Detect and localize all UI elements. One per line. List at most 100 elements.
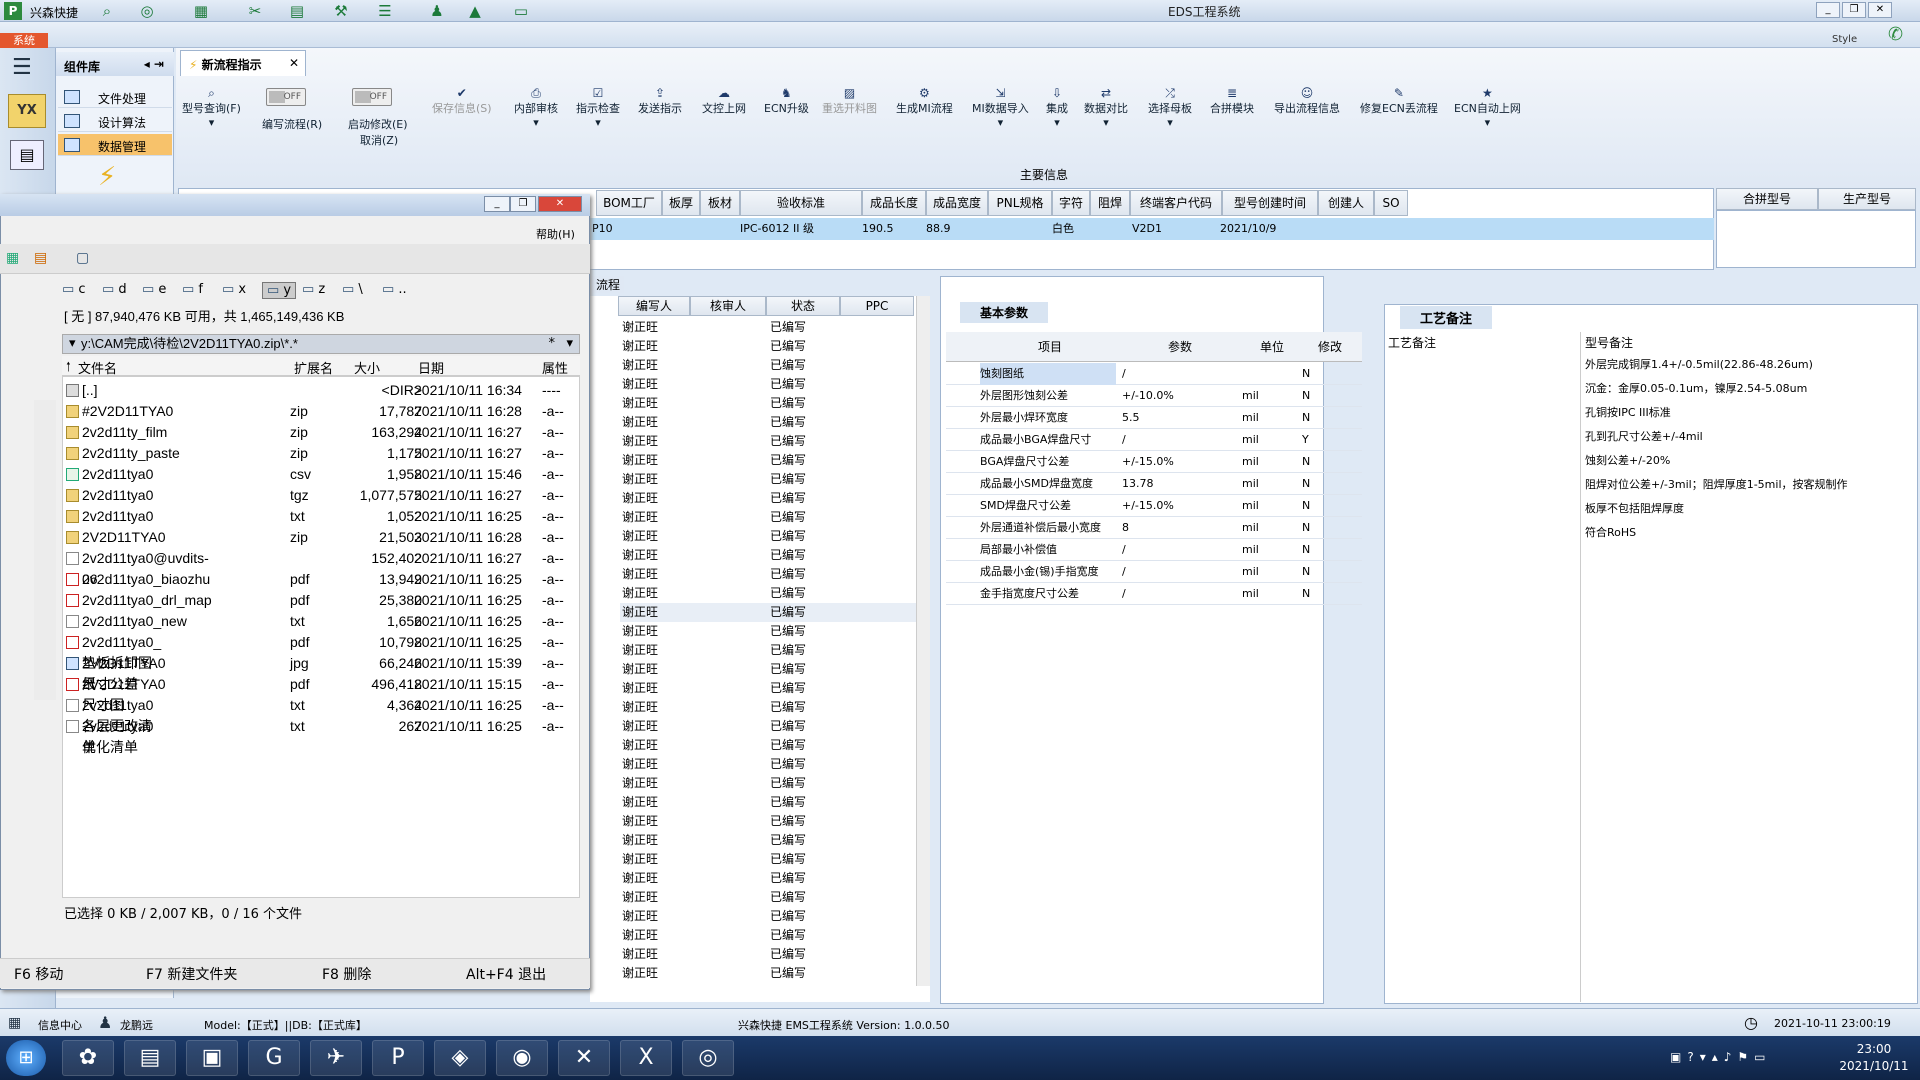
param-row[interactable]: 外层图形蚀刻公差 +/-10.0% mil N	[946, 385, 1362, 407]
drive-e[interactable]: ▭ e	[142, 282, 166, 297]
list-item[interactable]: 谢正旺 已编写	[620, 622, 916, 641]
col-length[interactable]: 成品长度	[862, 190, 926, 216]
list-item[interactable]: 谢正旺 已编写	[620, 850, 916, 869]
start-icon[interactable]: ⊞	[6, 1040, 46, 1076]
model-query-button[interactable]: ⌕ 型号查询(F) ▾	[182, 86, 241, 129]
file-row[interactable]: 2v2d11tya0_垫板拆卸图纸 pdf 10,798 2021/10/11 16:…	[62, 632, 580, 692]
file-row[interactable]: 2v2d11tya0_drl_map pdf 25,380 2021/10/11 16…	[62, 590, 580, 611]
col-width[interactable]: 成品宽度	[926, 190, 988, 216]
internal-review-button[interactable]: ⎙ 内部审核 ▾	[514, 86, 558, 129]
list-item[interactable]: 谢正旺 已编写	[620, 356, 916, 375]
list-item[interactable]: 谢正旺 已编写	[620, 451, 916, 470]
list-item[interactable]: 谢正旺 已编写	[620, 565, 916, 584]
drive-nav[interactable]: ▭ ..	[382, 282, 407, 297]
merge-module-button[interactable]: ≣ 合拼模块	[1210, 86, 1254, 116]
mi-import-button[interactable]: ⇲ MI数据导入 ▾	[972, 86, 1029, 129]
list-item[interactable]: 谢正旺 已编写	[620, 907, 916, 926]
integrate-button[interactable]: ⇩ 集成 ▾	[1046, 86, 1068, 129]
ecn-auto-online-button[interactable]: ★ ECN自动上网 ▾	[1454, 86, 1521, 129]
col-ext[interactable]: 扩展名	[294, 358, 333, 377]
list-item[interactable]: 谢正旺 已编写	[620, 964, 916, 983]
col-filename[interactable]: 文件名	[78, 358, 117, 377]
file-row[interactable]: 2v2d11ty_film zip 163,294 2021/10/11 16:27-…	[62, 422, 580, 443]
select-mother-board-button[interactable]: ⤮ 选择母板 ▾	[1148, 86, 1192, 129]
file-row[interactable]: 2v2d11tya0优化清单 txt 267 2021/10/11 16:25 -a--	[62, 716, 580, 755]
phone-icon[interactable]: ✆	[1888, 24, 1903, 45]
style-label[interactable]: Style	[1832, 34, 1857, 45]
info-center[interactable]: 信息中心	[38, 1017, 82, 1033]
globe-icon[interactable]: ◎	[136, 2, 158, 20]
export-process-button[interactable]: ☺ 导出流程信息	[1274, 86, 1340, 116]
col-creator[interactable]: 创建人	[1318, 190, 1374, 216]
col-standard[interactable]: 验收标准	[740, 190, 862, 216]
minimize-icon[interactable]: _	[484, 196, 510, 212]
alt-f4-exit-button[interactable]: Alt+F4 退出	[466, 964, 546, 984]
drive-d[interactable]: ▭ d	[102, 282, 127, 297]
param-row[interactable]: 金手指宽度尺寸公差 / mil N	[946, 583, 1362, 605]
file-row[interactable]: 2v2d11tya0@uvdits-06 152,402 2021/10/11 16…	[62, 548, 580, 587]
doc-online-button[interactable]: ☁ 文控上网	[702, 86, 746, 116]
eye-app-icon[interactable]: ◉	[496, 1040, 548, 1076]
file-row[interactable]: 2v2d11tya0 csv 1,958 2021/10/11 15:46 -a--	[62, 464, 580, 485]
restore-icon[interactable]: ❐	[1842, 2, 1866, 18]
close-icon[interactable]: ✕	[538, 196, 582, 212]
col-date[interactable]: 日期	[418, 358, 444, 377]
layers-icon[interactable]: ☰	[374, 2, 396, 20]
col-ppc[interactable]: PPC	[840, 296, 914, 316]
col-pnl[interactable]: PNL规格	[988, 190, 1052, 216]
drive-y[interactable]: ▭ y	[262, 282, 297, 299]
list-item[interactable]: 谢正旺 已编写	[620, 679, 916, 698]
check-instruction-button[interactable]: ☑ 指示检查 ▾	[576, 86, 620, 129]
param-row[interactable]: 成品最小金(锡)手指宽度 / mil N	[946, 561, 1362, 583]
list-item[interactable]: 谢正旺 已编写	[620, 774, 916, 793]
list-item[interactable]: 谢正旺 已编写	[620, 812, 916, 831]
col-create-time[interactable]: 型号创建时间	[1222, 190, 1318, 216]
file-row[interactable]: 2v2d11tya0各层更改清单 txt 4,364 2021/10/11 16:25…	[62, 695, 580, 755]
excel-icon[interactable]: X	[620, 1040, 672, 1076]
col-merge-model[interactable]: 合拼型号	[1716, 188, 1818, 210]
col-char[interactable]: 字符	[1052, 190, 1090, 216]
drive-nav[interactable]: ▭ \	[342, 282, 363, 297]
col-status[interactable]: 状态	[766, 296, 840, 316]
save-disk-icon[interactable]: ▣	[186, 1040, 238, 1076]
col-bom-factory[interactable]: BOM工厂	[596, 190, 662, 216]
comp-item-algo[interactable]: 设计算法	[58, 110, 172, 132]
database-icon[interactable]: ▤	[10, 140, 44, 170]
repair-ecn-button[interactable]: ✎ 修复ECN丢流程	[1360, 86, 1438, 116]
list-item[interactable]: 谢正旺 已编写	[620, 698, 916, 717]
table-row[interactable]: P10 IPC-6012 II 级 190.5 88.9 白色 V2D1 202…	[590, 218, 1714, 240]
ecn-upgrade-button[interactable]: ♞ ECN升级	[764, 86, 809, 116]
tool-app-icon[interactable]: ◈	[434, 1040, 486, 1076]
comp-item-file[interactable]: 文件处理	[58, 86, 172, 108]
help-menu[interactable]: 帮助(H)	[536, 226, 575, 242]
list-item[interactable]: 谢正旺 已编写	[620, 546, 916, 565]
monitor-icon[interactable]: ▭	[510, 2, 532, 20]
col-material[interactable]: 板材	[700, 190, 740, 216]
path-bar[interactable]: ▾ y:\CAM完成\待检\2V2D11TYA0.zip\*.* * ▾	[62, 334, 580, 354]
user-icon[interactable]: ♟	[426, 2, 448, 20]
list-item[interactable]: 谢正旺 已编写	[620, 375, 916, 394]
search-icon[interactable]: ⌕	[96, 2, 118, 20]
col-size[interactable]: 大小	[354, 358, 380, 377]
file-row[interactable]: 2v2d11tya0 tgz 1,077,575 2021/10/11 16:27 -a…	[62, 485, 580, 506]
col-so[interactable]: SO	[1374, 190, 1408, 216]
g-app-icon[interactable]: G	[248, 1040, 300, 1076]
process-list-scrollbar[interactable]	[916, 296, 930, 986]
f8-delete-button[interactable]: F8 删除	[322, 964, 371, 984]
minimize-icon[interactable]: _	[1816, 2, 1840, 18]
list-item[interactable]: 谢正旺 已编写	[620, 413, 916, 432]
file-row[interactable]: [..] <DIR> 2021/10/11 16:34 ----	[62, 380, 580, 401]
list-item[interactable]: 谢正旺 已编写	[620, 337, 916, 356]
list-item[interactable]: 谢正旺 已编写	[620, 603, 916, 622]
x-app-icon[interactable]: ✕	[558, 1040, 610, 1076]
grid-icon[interactable]: ▦	[190, 2, 212, 20]
col-attr[interactable]: 属性	[542, 358, 568, 377]
taskbar-clock[interactable]: 23:00 2021/10/11	[1830, 1041, 1918, 1075]
param-row[interactable]: BGA焊盘尺寸公差 +/-15.0% mil N	[946, 451, 1362, 473]
drive-x[interactable]: ▭ x	[222, 282, 246, 297]
start-edit-toggle[interactable]: OFF	[352, 88, 392, 106]
col-customer-code[interactable]: 终端客户代码	[1130, 190, 1222, 216]
list-item[interactable]: 谢正旺 已编写	[620, 755, 916, 774]
list-item[interactable]: 谢正旺 已编写	[620, 527, 916, 546]
param-row[interactable]: 外层通道补偿后最小宽度 8 mil N	[946, 517, 1362, 539]
